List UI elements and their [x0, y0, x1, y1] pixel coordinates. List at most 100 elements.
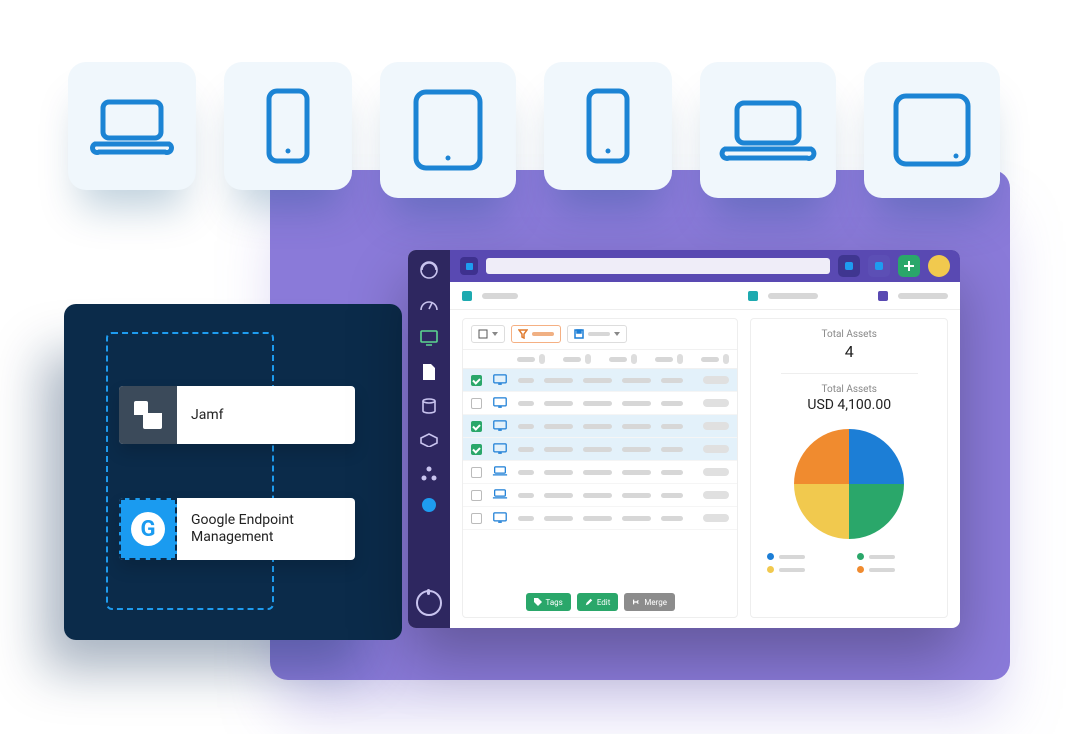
table-row[interactable]: [463, 415, 737, 438]
table-col-header[interactable]: [563, 354, 591, 364]
cell: [518, 516, 534, 521]
legend-item: [857, 566, 931, 573]
row-checkbox[interactable]: [471, 490, 482, 501]
device-icon: [492, 512, 508, 524]
user-avatar[interactable]: [928, 255, 950, 277]
monitor-icon[interactable]: [419, 328, 439, 348]
cell: [544, 401, 573, 406]
table-row[interactable]: [463, 392, 737, 415]
cell: [518, 401, 534, 406]
device-icon: [492, 397, 508, 409]
add-button[interactable]: [898, 255, 920, 277]
cell: [622, 447, 651, 452]
phone-icon: [583, 87, 633, 165]
assets-pie-chart: [794, 429, 904, 539]
legend-item: [767, 566, 841, 573]
row-checkbox[interactable]: [471, 467, 482, 478]
cell-status: [703, 445, 729, 453]
total-assets-value: 4: [822, 342, 877, 361]
cell: [622, 424, 651, 429]
device-icon: [492, 489, 508, 501]
view-tab-1[interactable]: [768, 293, 818, 299]
integration-label: Jamf: [177, 386, 245, 444]
cell: [661, 424, 683, 429]
app-sidebar: [408, 250, 450, 628]
row-checkbox[interactable]: [471, 375, 482, 386]
device-icon: [492, 443, 508, 455]
table-header-row: [463, 350, 737, 369]
total-value-label: Total Assets: [807, 384, 891, 395]
row-checkbox[interactable]: [471, 398, 482, 409]
merge-button[interactable]: Merge: [624, 593, 675, 611]
device-icon: [492, 466, 508, 478]
total-value-value: USD 4,100.00: [807, 397, 891, 413]
app-topbar: [450, 250, 960, 282]
cell: [544, 424, 573, 429]
cell: [583, 470, 612, 475]
cell-status: [703, 491, 729, 499]
table-body: [463, 369, 737, 587]
breadcrumb-item[interactable]: [482, 293, 518, 299]
row-checkbox[interactable]: [471, 513, 482, 524]
cell-status: [703, 422, 729, 430]
table-col-header[interactable]: [701, 354, 729, 364]
legend-item: [857, 553, 931, 560]
table-row[interactable]: [463, 484, 737, 507]
device-icon: [492, 374, 508, 386]
cell: [622, 516, 651, 521]
cell: [583, 401, 612, 406]
legend-item: [767, 553, 841, 560]
footprint-icon[interactable]: [416, 590, 442, 616]
cell: [661, 516, 683, 521]
row-checkbox[interactable]: [471, 444, 482, 455]
cell: [622, 378, 651, 383]
table-row[interactable]: [463, 369, 737, 392]
table-col-header[interactable]: [609, 354, 637, 364]
cell: [518, 424, 534, 429]
total-assets-label: Total Assets: [822, 329, 877, 340]
cluster-icon[interactable]: [419, 464, 439, 484]
integration-card-google[interactable]: G Google Endpoint Management: [119, 498, 355, 560]
save-chip[interactable]: [567, 325, 627, 343]
view-tab-2[interactable]: [898, 293, 948, 299]
package-icon[interactable]: [419, 430, 439, 450]
table-row[interactable]: [463, 438, 737, 461]
tablet-icon: [888, 90, 976, 170]
table-col-header[interactable]: [655, 354, 683, 364]
table-row[interactable]: [463, 507, 737, 530]
search-input[interactable]: [486, 258, 830, 274]
phone-icon: [263, 87, 313, 165]
table-row[interactable]: [463, 461, 737, 484]
divider: [781, 373, 918, 374]
cell-status: [703, 468, 729, 476]
logo-icon[interactable]: [419, 260, 439, 280]
edit-button[interactable]: Edit: [577, 593, 619, 611]
sidebar-active-indicator[interactable]: [422, 498, 436, 512]
cell: [544, 447, 573, 452]
laptop-icon: [89, 96, 175, 156]
cell: [583, 516, 612, 521]
filter-chip[interactable]: [511, 325, 561, 343]
device-tile-laptop: [700, 62, 836, 198]
cell: [544, 516, 573, 521]
topbar-action-1[interactable]: [838, 255, 860, 277]
device-icon: [492, 420, 508, 432]
cell: [583, 424, 612, 429]
cell: [622, 470, 651, 475]
dashboard-icon[interactable]: [419, 294, 439, 314]
topbar-action-2[interactable]: [868, 255, 890, 277]
cell-status: [703, 514, 729, 522]
app-content: Tags Edit Merge Total Assets 4: [450, 310, 960, 628]
tags-button[interactable]: Tags: [526, 593, 571, 611]
integrations-backdrop: [64, 304, 402, 640]
document-icon[interactable]: [419, 362, 439, 382]
device-tile-phone: [544, 62, 672, 190]
device-tile-tablet: [380, 62, 516, 198]
integration-card-jamf[interactable]: Jamf: [119, 386, 355, 444]
table-col-header[interactable]: [517, 354, 545, 364]
database-icon[interactable]: [419, 396, 439, 416]
app-menu-button[interactable]: [460, 257, 478, 275]
device-tile-row: [68, 62, 1000, 198]
row-checkbox[interactable]: [471, 421, 482, 432]
view-selector[interactable]: [471, 325, 505, 343]
